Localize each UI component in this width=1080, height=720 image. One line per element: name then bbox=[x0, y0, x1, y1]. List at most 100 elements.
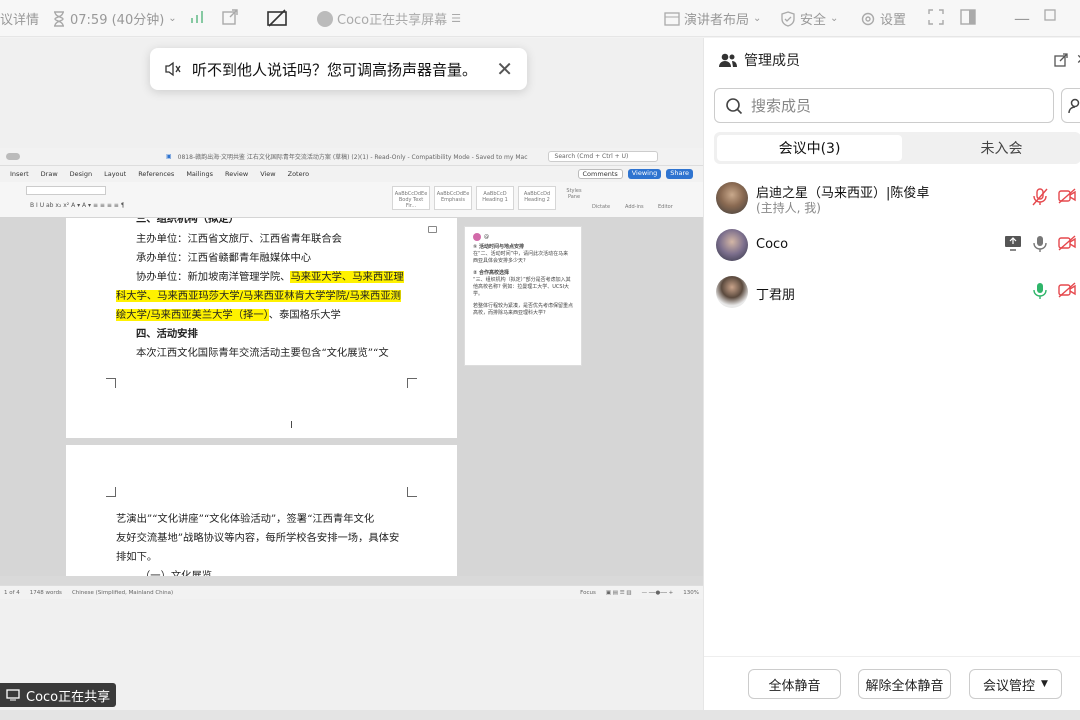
word-doc-icon: ▣ bbox=[166, 153, 172, 160]
word-statusbar: 1 of 4 1748 words Chinese (Simplified, M… bbox=[0, 585, 703, 599]
meeting-details-button[interactable]: 议详情 bbox=[0, 9, 39, 28]
organizer-line: 承办单位：江西省赣鄱青年融媒体中心 bbox=[136, 252, 312, 264]
camera-off-icon[interactable] bbox=[1058, 235, 1076, 251]
speaker-layout-button[interactable]: 演讲者布局 ⌄ bbox=[664, 9, 761, 28]
meeting-control-label: 会议管控 bbox=[983, 678, 1036, 694]
document-canvas[interactable]: 三、组织机构（拟定） 主办单位：江西省文旅厅、江西省青年联合会 承办单位：江西省… bbox=[0, 218, 703, 576]
comment-marker-icon[interactable] bbox=[428, 226, 437, 233]
focus-button[interactable]: Focus bbox=[580, 590, 596, 596]
chevron-down-icon: ⌄ bbox=[168, 13, 177, 24]
sharing-badge-text: Coco正在共享 bbox=[26, 689, 111, 705]
tab-not-joined[interactable]: 未入会 bbox=[914, 135, 1080, 161]
minimize-icon[interactable]: — bbox=[1014, 9, 1030, 28]
security-button[interactable]: 安全 ⌄ bbox=[780, 9, 838, 28]
invite-icon[interactable] bbox=[1061, 88, 1080, 123]
word-count: 1748 words bbox=[29, 589, 62, 596]
view-buttons[interactable]: ▣ ▤ ☰ ▥ bbox=[606, 590, 632, 596]
viewing-button[interactable]: Viewing bbox=[627, 169, 662, 179]
menu-insert[interactable]: Insert bbox=[10, 170, 29, 178]
panel-footer: 全体静音 解除全体静音 会议管控 ▼ bbox=[704, 656, 1080, 710]
mic-active-icon[interactable] bbox=[1032, 282, 1048, 300]
panel-header: 管理成员 bbox=[718, 50, 800, 70]
fullscreen-icon[interactable] bbox=[928, 9, 944, 25]
more-icon[interactable]: ✕ bbox=[1076, 52, 1080, 68]
camera-off-icon[interactable] bbox=[1058, 188, 1076, 204]
menu-draw[interactable]: Draw bbox=[41, 170, 58, 178]
style-label: Heading 1 bbox=[482, 197, 508, 203]
close-icon[interactable]: ✕ bbox=[496, 57, 513, 81]
mute-all-label: 全体静音 bbox=[768, 678, 821, 694]
comments-label: Comments bbox=[582, 170, 618, 178]
member-name: 丁君朋 bbox=[756, 288, 796, 303]
caret-down-icon: ▼ bbox=[1041, 679, 1048, 689]
member-row[interactable]: Coco bbox=[716, 225, 1076, 265]
member-search-input[interactable]: 搜索成员 bbox=[714, 88, 1054, 123]
mic-icon[interactable] bbox=[1032, 235, 1048, 253]
style-heading-2[interactable]: AaBbCcDd Heading 2 bbox=[518, 186, 556, 210]
font-controls[interactable] bbox=[26, 186, 106, 195]
member-row[interactable]: 启迪之星（马来西亚）|陈俊卓 (主持人, 我) bbox=[716, 178, 1076, 218]
word-search-box[interactable]: Search (Cmd + Ctrl + U) bbox=[547, 151, 658, 162]
member-row[interactable]: 丁君朋 bbox=[716, 272, 1076, 312]
co-organizer-line: 协办单位：新加坡南洋管理学院、马来亚大学、马来西亚理 bbox=[136, 268, 404, 287]
language: Chinese (Simplified, Mainland China) bbox=[71, 589, 174, 596]
co-organizer-end: 、泰国格乐大学 bbox=[268, 309, 341, 321]
comment-card[interactable]: @ ① 活动时间与地点安排 在“二、活动时间”中，请问此次活动在马来西亚具体会安… bbox=[464, 226, 582, 366]
timer[interactable]: 07:59 (40分钟) ⌄ bbox=[52, 9, 177, 28]
style-emphasis[interactable]: AaBbCcDdEe Emphasis bbox=[434, 186, 472, 210]
style-heading-1[interactable]: AaBbCcD Heading 1 bbox=[476, 186, 514, 210]
unmute-all-button[interactable]: 解除全体静音 bbox=[858, 669, 951, 699]
stop-share-annotation-icon[interactable] bbox=[267, 9, 287, 27]
styles-pane-button[interactable]: Styles Pane bbox=[565, 188, 583, 200]
tab-in-meeting[interactable]: 会议中(3) bbox=[717, 135, 902, 161]
document-page-2[interactable]: 艺演出”“文化讲座”“文化体验活动”，签署“江西青年文化 友好交流基地”战略协议… bbox=[66, 445, 457, 576]
style-body-text[interactable]: AaBbCcDdEe Body Text Fir... bbox=[392, 186, 430, 210]
screen-share-icon[interactable] bbox=[1004, 235, 1022, 251]
settings-button[interactable]: 设置 bbox=[860, 9, 906, 28]
comments-button[interactable]: Comments bbox=[577, 169, 623, 179]
crop-mark bbox=[407, 378, 417, 388]
format-controls[interactable]: B I U ab x₂ x² A ▾ A ▾ ≡ ≡ ≡ ≡ ¶ bbox=[30, 202, 125, 209]
co-organizer-line-2: 科大学、马来西亚玛莎大学/马来西亚林肯大学学院/马来西亚测 bbox=[116, 287, 401, 306]
sharer-avatar-icon bbox=[317, 10, 333, 27]
camera-off-icon[interactable] bbox=[1058, 282, 1076, 298]
menu-layout[interactable]: Layout bbox=[104, 170, 126, 178]
editor-button[interactable]: Editor bbox=[658, 204, 673, 210]
sharing-badge: Coco正在共享 bbox=[0, 683, 117, 707]
document-page-1[interactable]: 三、组织机构（拟定） 主办单位：江西省文旅厅、江西省青年联合会 承办单位：江西省… bbox=[66, 218, 457, 438]
menu-design[interactable]: Design bbox=[70, 170, 92, 178]
pop-out-panel-icon[interactable] bbox=[1054, 52, 1068, 71]
sidebar-toggle-icon[interactable] bbox=[960, 9, 976, 25]
sharing-status[interactable]: Coco正在共享屏幕 ☰ bbox=[317, 9, 461, 28]
dictate-button[interactable]: Dictate bbox=[592, 204, 610, 210]
zoom-slider[interactable]: — ──●── + bbox=[642, 590, 674, 596]
maximize-icon[interactable] bbox=[1044, 9, 1056, 21]
highlighted-text: 马来亚大学、马来西亚理 bbox=[290, 271, 404, 283]
signal-icon[interactable] bbox=[190, 9, 206, 23]
meeting-control-button[interactable]: 会议管控 ▼ bbox=[969, 669, 1062, 699]
meeting-details-label: 议详情 bbox=[0, 13, 40, 28]
settings-label: 设置 bbox=[880, 13, 907, 28]
styles-pane-label: Styles Pane bbox=[566, 188, 582, 200]
menu-view[interactable]: View bbox=[260, 170, 275, 178]
share-button[interactable]: Share bbox=[666, 169, 693, 179]
hourglass-icon bbox=[54, 10, 64, 27]
meeting-toolbar: 议详情 07:59 (40分钟) ⌄ Coco正在共享屏幕 ☰ 演讲者布局 ⌄ … bbox=[0, 0, 1080, 37]
menu-review[interactable]: Review bbox=[225, 170, 248, 178]
section-heading: 三、组织机构（拟定） bbox=[136, 218, 239, 225]
autosave-toggle[interactable] bbox=[6, 153, 20, 160]
mic-muted-icon[interactable] bbox=[1032, 188, 1048, 206]
sharing-status-text: Coco正在共享屏幕 bbox=[337, 13, 448, 28]
mute-all-button[interactable]: 全体静音 bbox=[748, 669, 841, 699]
security-label: 安全 bbox=[800, 13, 827, 28]
menu-zotero[interactable]: Zotero bbox=[288, 170, 309, 178]
menu-mailings[interactable]: Mailings bbox=[186, 170, 213, 178]
add-ins-button[interactable]: Add-ins bbox=[625, 204, 644, 210]
pop-out-icon[interactable] bbox=[222, 9, 238, 25]
menu-references[interactable]: References bbox=[138, 170, 174, 178]
intro-line: 本次江西文化国际青年交流活动主要包含“文化展览”“文 bbox=[136, 347, 389, 359]
search-placeholder: 搜索成员 bbox=[751, 97, 812, 115]
highlighted-text: 绘大学/马来西亚美兰大学（择一） bbox=[116, 309, 269, 321]
co-organizer-prefix: 协办单位：新加坡南洋管理学院、 bbox=[136, 271, 291, 283]
member-role: (主持人, 我) bbox=[756, 201, 821, 215]
